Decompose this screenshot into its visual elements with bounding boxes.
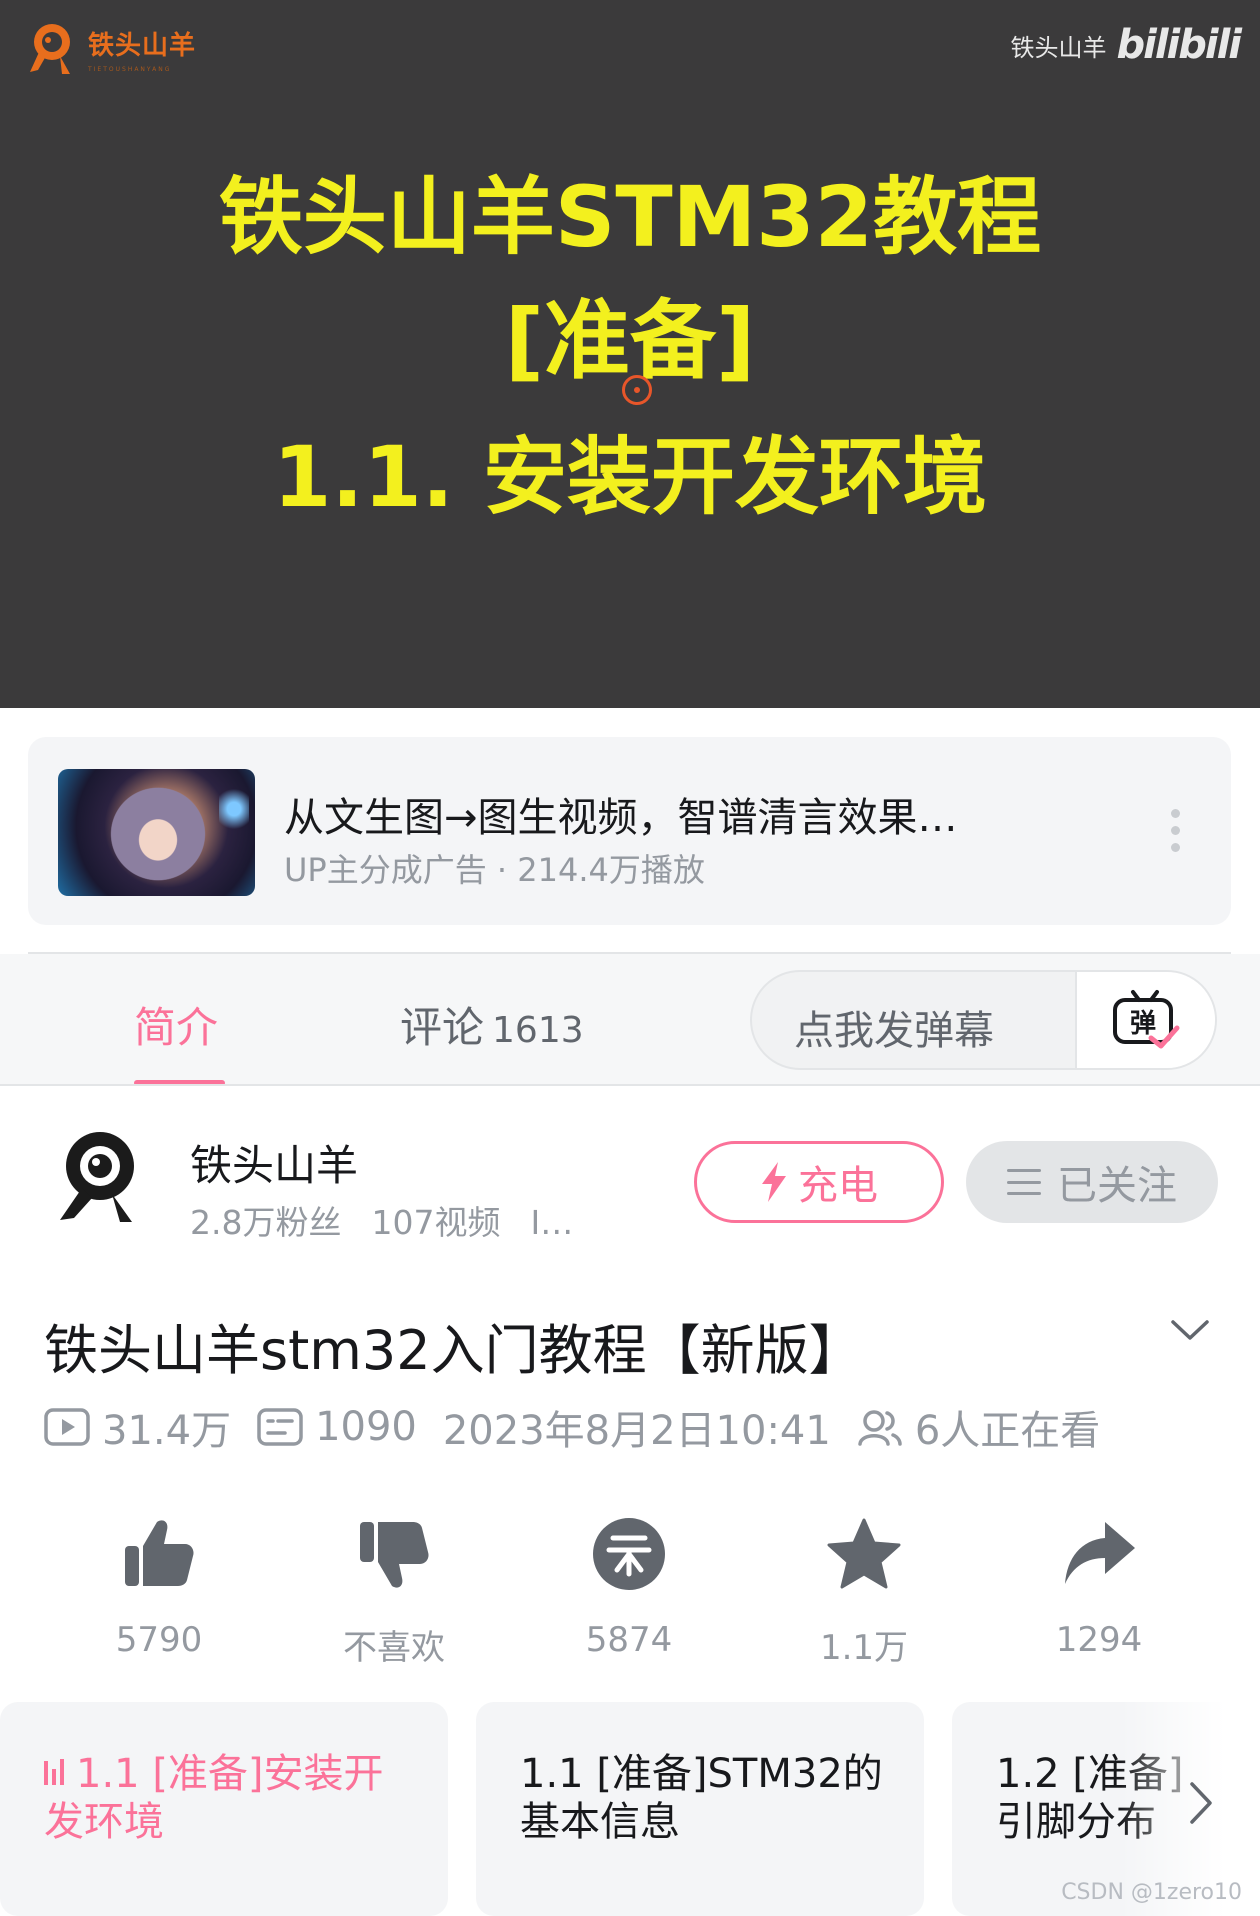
danmaku-count: 1090 <box>315 1404 417 1450</box>
share-count: 1294 <box>1055 1620 1143 1660</box>
favorite-count: 1.1万 <box>819 1628 909 1668</box>
dislike-label: 不喜欢 <box>343 1628 445 1668</box>
share-button[interactable]: 1294 <box>999 1514 1199 1660</box>
ad-thumbnail[interactable] <box>58 769 255 896</box>
comments-count: 1613 <box>492 1010 584 1051</box>
dislike-button[interactable]: 不喜欢 <box>294 1514 494 1669</box>
like-count: 5790 <box>115 1620 203 1660</box>
chevron-down-icon[interactable] <box>1170 1316 1210 1346</box>
lightning-icon <box>762 1162 786 1202</box>
video-frame-title: 铁头山羊STM32教程 <box>218 168 1042 266</box>
charge-button[interactable]: 充电 <box>694 1141 944 1223</box>
coin-icon <box>593 1518 665 1590</box>
tab-comments[interactable]: 评论 1613 <box>400 994 584 1055</box>
episode-title-line2: 基本信息 <box>520 1799 680 1845</box>
video-player[interactable]: 铁头山羊 TIETOUSHANYANG 铁头山羊 bilibili 铁头山羊ST… <box>0 0 1260 708</box>
thumbs-down-icon <box>360 1522 429 1588</box>
episode-item[interactable]: 1.1 [准备]安装开 发环境 <box>0 1702 448 1916</box>
watching-icon <box>858 1410 902 1446</box>
episode-title-line1: 1.1 [准备]STM32的 <box>520 1751 883 1797</box>
tab-comments-label: 评论 <box>400 1003 485 1052</box>
divider <box>0 1084 1260 1086</box>
video-frame-chapter: 1.1. 安装开发环境 <box>273 428 987 526</box>
play-count-icon <box>44 1408 90 1446</box>
episode-item[interactable]: 1.1 [准备]STM32的 基本信息 <box>476 1702 924 1916</box>
favorite-button[interactable]: 1.1万 <box>764 1514 964 1669</box>
csdn-watermark: CSDN @1zero10 <box>1061 1880 1242 1905</box>
coin-count: 5874 <box>585 1620 673 1660</box>
ad-card[interactable]: 从文生图→图生视频，智谱清言效果… UP主分成广告 · 214.4万播放 <box>28 737 1231 925</box>
share-icon <box>1065 1522 1135 1584</box>
tab-bar: 简介 评论 1613 点我发弹幕 弹 <box>0 954 1260 1086</box>
danmaku-count-icon <box>257 1408 303 1446</box>
brand-subtitle: TIETOUSHANYANG <box>88 66 172 73</box>
danmaku-input[interactable]: 点我发弹幕 <box>794 998 994 1056</box>
episode-title-line2: 发环境 <box>44 1799 164 1845</box>
view-count: 31.4万 <box>102 1408 232 1454</box>
watching-count: 6人正在看 <box>914 1408 1101 1454</box>
uploader-fans: 2.8万粉丝 <box>190 1203 342 1242</box>
coin-button[interactable]: 5874 <box>529 1514 729 1660</box>
brand-name: 铁头山羊 <box>88 31 197 61</box>
menu-icon <box>1007 1169 1041 1195</box>
playing-indicator-icon <box>44 1755 64 1785</box>
uploader-stats: 2.8万粉丝 107视频 I… <box>190 1196 603 1244</box>
follow-label: 已关注 <box>1057 1163 1177 1209</box>
tab-intro[interactable]: 简介 <box>134 994 218 1055</box>
cursor-indicator-icon <box>622 375 652 405</box>
like-button[interactable]: 5790 <box>59 1514 259 1660</box>
tab-intro-label: 简介 <box>134 1003 219 1052</box>
charge-label: 充电 <box>798 1163 878 1209</box>
channel-logo: 铁头山羊 TIETOUSHANYANG <box>26 20 196 78</box>
ad-title[interactable]: 从文生图→图生视频，智谱清言效果… <box>284 785 958 843</box>
action-bar: 5790 不喜欢 5874 1.1万 1294 <box>0 1514 1260 1668</box>
thumbs-up-icon <box>125 1520 194 1586</box>
avatar[interactable] <box>52 1128 144 1224</box>
more-vertical-icon[interactable] <box>1171 809 1183 852</box>
bilibili-logo: bilibili <box>1116 22 1242 68</box>
danmaku-toggle-icon: 弹 <box>1113 990 1180 1049</box>
chevron-right-icon[interactable] <box>1186 1780 1216 1826</box>
danmaku-toggle-button[interactable]: 弹 <box>1075 972 1215 1068</box>
uploader-extra: I… <box>530 1203 574 1242</box>
publish-date: 2023年8月2日10:41 <box>442 1408 831 1454</box>
danmaku-input-bar[interactable]: 点我发弹幕 弹 <box>750 970 1217 1070</box>
star-icon <box>827 1518 901 1589</box>
bilibili-watermark: 铁头山羊 bilibili <box>1010 22 1242 68</box>
video-title: 铁头山羊stm32入门教程【新版】 <box>44 1319 863 1382</box>
uploader-videos: 107视频 <box>371 1203 501 1242</box>
ad-meta: UP主分成广告 · 214.4万播放 <box>284 851 705 889</box>
watermark-uploader: 铁头山羊 <box>1010 33 1107 62</box>
video-meta: 31.4万 1090 2023年8月2日10:41 6人正在看 <box>44 1398 1100 1456</box>
uploader-name[interactable]: 铁头山羊 <box>190 1132 358 1193</box>
svg-text:弹: 弹 <box>1130 1009 1156 1039</box>
goat-logo-icon <box>30 24 70 74</box>
follow-button[interactable]: 已关注 <box>966 1141 1218 1223</box>
episode-title-line1: 1.1 [准备]安装开 <box>76 1751 384 1797</box>
